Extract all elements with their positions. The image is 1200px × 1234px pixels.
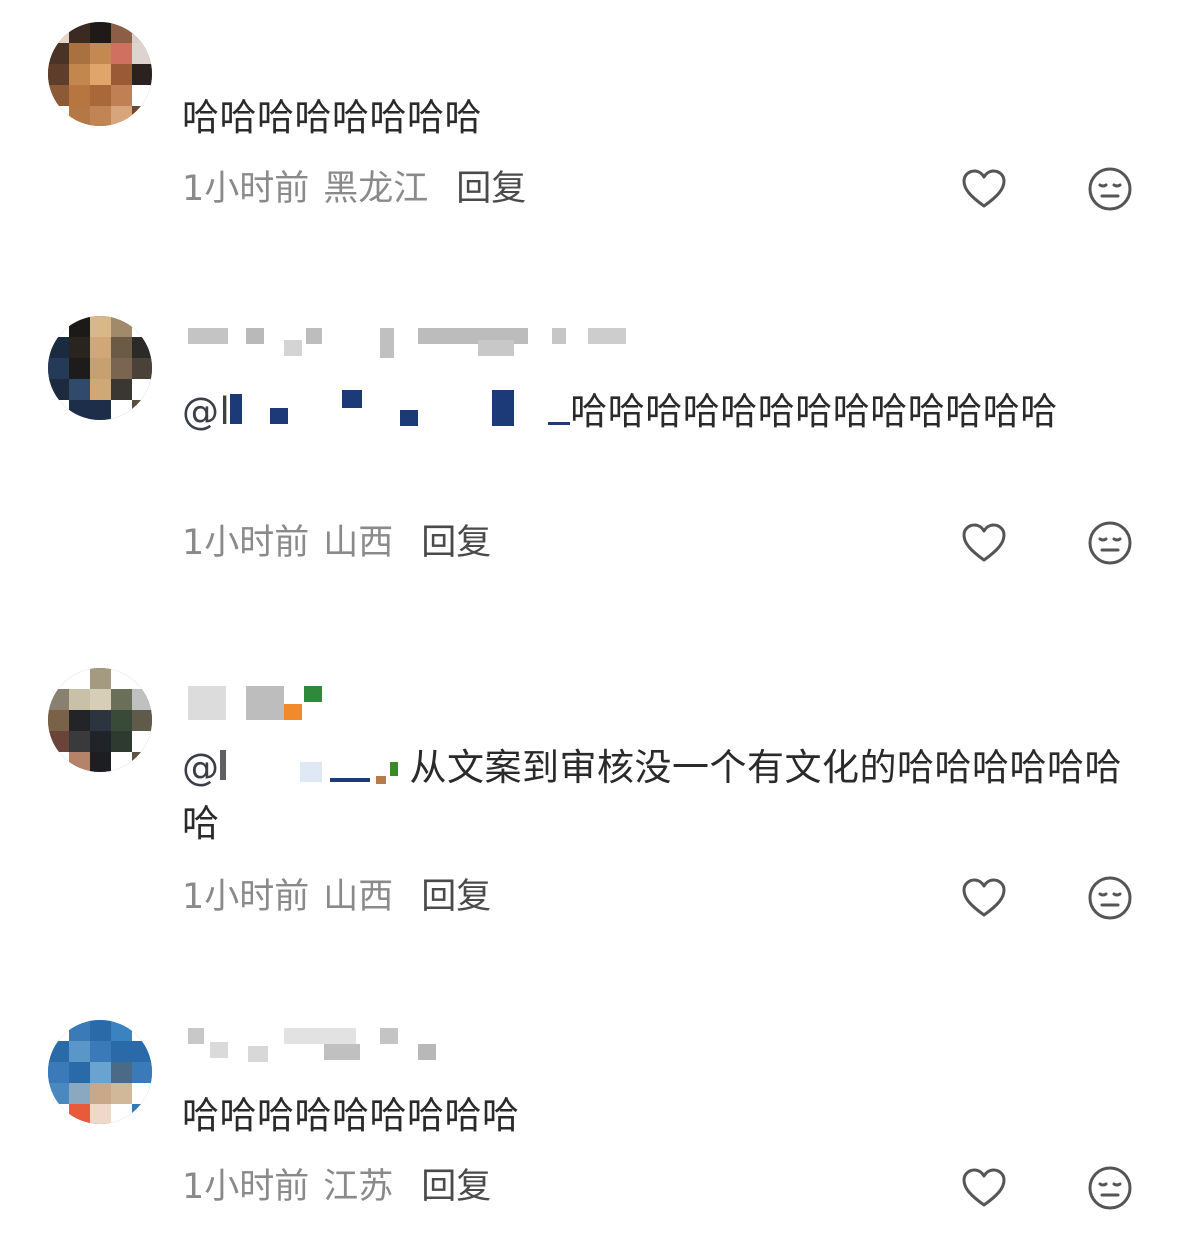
mention[interactable]: @l: [182, 390, 571, 433]
mention[interactable]: @: [182, 746, 410, 789]
comment-meta: 1小时前 山西 回复: [182, 518, 491, 568]
mention-prefix: @: [182, 746, 220, 789]
comment-location: 江苏: [323, 1167, 394, 1207]
like-button[interactable]: [960, 165, 1008, 213]
comment-time: 1小时前: [182, 877, 310, 917]
neutral-face-icon: [1088, 1166, 1132, 1210]
heart-outline-icon: [962, 169, 1006, 208]
username-blurred[interactable]: [188, 1024, 448, 1062]
dislike-button[interactable]: [1086, 519, 1134, 567]
dislike-button[interactable]: [1086, 874, 1134, 922]
comment-location: 山西: [323, 877, 394, 917]
avatar[interactable]: [48, 22, 152, 126]
like-button[interactable]: [960, 874, 1008, 922]
heart-outline-icon: [962, 523, 1006, 562]
like-button[interactable]: [960, 1164, 1008, 1212]
comment-time: 1小时前: [182, 1167, 310, 1207]
neutral-face-icon: [1088, 521, 1132, 565]
reply-button[interactable]: 回复: [421, 877, 491, 917]
username-blurred[interactable]: [188, 322, 628, 358]
like-button[interactable]: [960, 519, 1008, 567]
comment-meta: 1小时前 山西 回复: [182, 872, 491, 922]
reply-button[interactable]: 回复: [421, 1167, 491, 1207]
username-blurred[interactable]: [188, 682, 328, 720]
comment-meta: 1小时前 黑龙江 回复: [182, 164, 526, 214]
comment-meta: 1小时前 江苏 回复: [182, 1162, 491, 1212]
comment-text: @l 哈哈哈哈哈哈哈哈哈哈哈哈哈: [182, 384, 1142, 440]
comment-body: 哈哈哈哈哈哈哈哈哈哈哈哈哈: [570, 390, 1058, 433]
neutral-face-icon: [1088, 876, 1132, 920]
mention-name-blurred: [230, 390, 571, 430]
avatar[interactable]: [48, 316, 152, 420]
comment-location: 山西: [323, 523, 394, 563]
comment-time: 1小时前: [182, 523, 310, 563]
comment-time: 1小时前: [182, 169, 310, 209]
reply-button[interactable]: 回复: [456, 169, 526, 209]
dislike-button[interactable]: [1086, 165, 1134, 213]
avatar[interactable]: [48, 668, 152, 772]
heart-outline-icon: [962, 878, 1006, 917]
reply-button[interactable]: 回复: [421, 523, 491, 563]
mention-prefix: @l: [182, 390, 231, 433]
dislike-button[interactable]: [1086, 1164, 1134, 1212]
comment-location: 黑龙江: [323, 169, 429, 209]
neutral-face-icon: [1088, 167, 1132, 211]
heart-outline-icon: [962, 1168, 1006, 1207]
mention-name-blurred: [219, 746, 400, 786]
avatar[interactable]: [48, 1020, 152, 1124]
comment-text: @ 从文案到审核没一个有文化的哈哈哈哈哈哈哈: [182, 740, 1142, 852]
comment-text: 哈哈哈哈哈哈哈哈哈: [182, 1094, 520, 1137]
comment-text: 哈哈哈哈哈哈哈哈: [182, 96, 482, 139]
